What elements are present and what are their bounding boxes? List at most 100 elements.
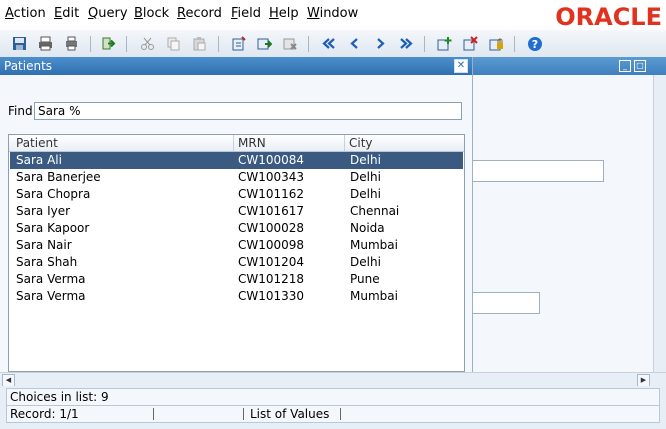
table-header: Patient MRN City: [9, 135, 464, 152]
exit-icon[interactable]: [99, 34, 118, 53]
background-window: _ □: [472, 57, 666, 372]
horizontal-scrollbar[interactable]: ◀ ▶: [0, 372, 666, 387]
patients-list: Patient MRN City Sara Ali CW100084 Delhi Sa…: [8, 134, 465, 372]
menu-window-label: indow: [319, 6, 359, 21]
menu-edit-accel: E: [54, 6, 63, 21]
toolbar-separator: [126, 36, 127, 52]
menu-action[interactable]: Action: [5, 6, 46, 21]
window-frame-edge: [649, 60, 659, 70]
toolbar: ?: [0, 30, 666, 58]
cell-city: Pune: [350, 272, 380, 286]
cell-mrn: CW101204: [238, 255, 305, 269]
menu-window[interactable]: Window: [307, 6, 358, 21]
table-row[interactable]: Sara Iyer CW101617 Chennai: [10, 203, 463, 220]
last-record-icon[interactable]: [397, 34, 416, 53]
column-header-patient[interactable]: Patient: [16, 136, 58, 150]
insert-record-icon[interactable]: [435, 34, 454, 53]
cut-icon[interactable]: [138, 34, 157, 53]
column-header-city[interactable]: City: [349, 136, 373, 150]
menu-block-label: lock: [142, 6, 170, 21]
first-record-icon[interactable]: [319, 34, 338, 53]
cell-mrn: CW101162: [238, 187, 305, 201]
delete-record-icon[interactable]: [461, 34, 480, 53]
table-row[interactable]: Sara Verma CW101218 Pune: [10, 271, 463, 288]
menu-field[interactable]: Field: [231, 6, 261, 21]
help-icon[interactable]: ?: [525, 34, 544, 53]
status-bar: Choices in list: 9 Record: 1/1 List of V…: [0, 386, 666, 429]
toolbar-separator: [218, 36, 219, 52]
toolbar-separator: [424, 36, 425, 52]
menu-help[interactable]: Help: [269, 6, 299, 21]
cell-patient: Sara Verma: [16, 272, 86, 286]
menu-edit[interactable]: Edit: [54, 6, 79, 21]
background-field[interactable]: [472, 292, 540, 314]
table-row[interactable]: Sara Chopra CW101162 Delhi: [10, 186, 463, 203]
close-icon[interactable]: ✕: [454, 59, 468, 73]
cell-city: Mumbai: [350, 289, 398, 303]
dialog-titlebar: Patients ✕: [0, 57, 472, 75]
cell-city: Mumbai: [350, 238, 398, 252]
previous-record-icon[interactable]: [345, 34, 364, 53]
cell-patient: Sara Chopra: [16, 187, 91, 201]
cell-patient: Sara Iyer: [16, 204, 71, 218]
print-icon[interactable]: [36, 34, 55, 53]
cell-city: Delhi: [350, 187, 381, 201]
menu-bar: Action Edit Query Block Record Field Hel…: [0, 0, 666, 31]
table-row[interactable]: Sara Verma CW101330 Mumbai: [10, 288, 463, 305]
new-record-icon[interactable]: [229, 34, 248, 53]
status-separator: [243, 408, 244, 420]
menu-block[interactable]: Block: [134, 6, 169, 21]
cell-mrn: CW101330: [238, 289, 305, 303]
menu-action-accel: A: [5, 6, 14, 21]
cell-patient: Sara Kapoor: [16, 221, 90, 235]
table-row[interactable]: Sara Banerjee CW100343 Delhi: [10, 169, 463, 186]
menu-action-label: ction: [13, 6, 46, 21]
background-field[interactable]: [472, 160, 604, 182]
paste-icon[interactable]: [190, 34, 209, 53]
maximize-icon[interactable]: □: [634, 60, 646, 72]
cell-city: Noida: [350, 221, 385, 235]
menu-query[interactable]: Query: [88, 6, 128, 21]
cell-patient: Sara Shah: [16, 255, 78, 269]
cell-city: Delhi: [350, 255, 381, 269]
clear-record-icon[interactable]: [281, 34, 300, 53]
toolbar-separator: [514, 36, 515, 52]
save-icon[interactable]: [10, 34, 29, 53]
status-message: Choices in list: 9: [10, 390, 109, 404]
menu-query-label: uery: [98, 6, 128, 21]
menu-query-accel: Q: [88, 6, 99, 21]
lock-record-icon[interactable]: [487, 34, 506, 53]
table-row[interactable]: Sara Shah CW101204 Delhi: [10, 254, 463, 271]
column-separator: [233, 135, 234, 151]
print-setup-icon[interactable]: [62, 34, 81, 53]
table-row[interactable]: Sara Ali CW100084 Delhi: [10, 152, 463, 169]
oracle-logo: ORACLE: [555, 3, 662, 31]
cell-mrn: CW100028: [238, 221, 305, 235]
menu-window-accel: W: [307, 6, 320, 21]
table-row[interactable]: Sara Kapoor CW100028 Noida: [10, 220, 463, 237]
toolbar-separator: [90, 36, 91, 52]
next-icon[interactable]: [371, 34, 390, 53]
patients-dialog: Patients ✕ Find Patient MRN City Sara Al…: [0, 57, 473, 372]
minimize-icon[interactable]: _: [619, 60, 631, 72]
menu-block-accel: B: [134, 6, 143, 21]
find-input[interactable]: [34, 102, 462, 120]
cell-city: Chennai: [350, 204, 400, 218]
column-separator: [344, 135, 345, 151]
menu-record[interactable]: Record: [177, 6, 222, 21]
cell-city: Delhi: [350, 170, 381, 184]
next-record-icon[interactable]: [255, 34, 274, 53]
cell-patient: Sara Verma: [16, 289, 86, 303]
menu-edit-label: dit: [62, 6, 80, 21]
status-message-line: Choices in list: 9: [6, 388, 660, 406]
copy-icon[interactable]: [164, 34, 183, 53]
background-scrollbar[interactable]: [653, 75, 666, 372]
cell-mrn: CW101617: [238, 204, 305, 218]
find-label: Find: [8, 104, 33, 118]
mode-indicator: List of Values: [250, 407, 330, 421]
cell-patient: Sara Ali: [16, 153, 62, 167]
cell-patient: Sara Nair: [16, 238, 72, 252]
cell-mrn: CW100098: [238, 238, 305, 252]
column-header-mrn[interactable]: MRN: [238, 136, 266, 150]
table-row[interactable]: Sara Nair CW100098 Mumbai: [10, 237, 463, 254]
